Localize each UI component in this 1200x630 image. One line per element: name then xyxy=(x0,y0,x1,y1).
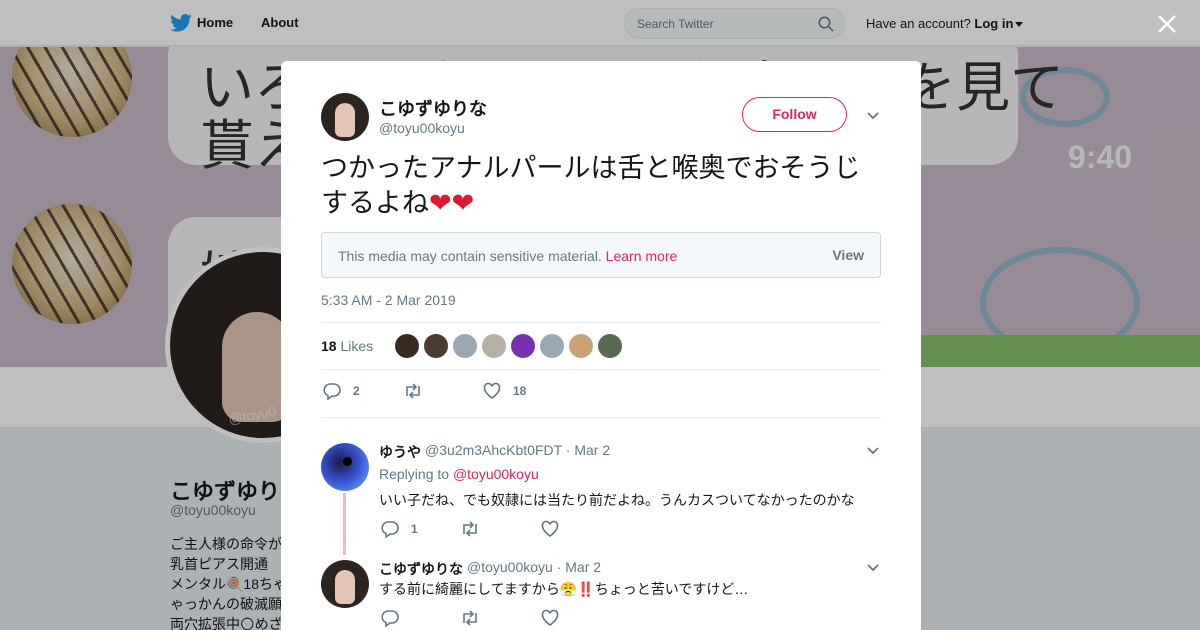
heart-emoji: ❤❤ xyxy=(429,188,475,219)
liker-avatar[interactable] xyxy=(453,334,477,358)
reply-text: いい子だね、でも奴隷には当たり前だよね。うんカスついてなかったのかな xyxy=(379,492,855,508)
like-action[interactable] xyxy=(541,520,571,538)
retweet-action[interactable] xyxy=(460,520,492,538)
retweet-icon[interactable] xyxy=(460,520,480,538)
learn-more-link[interactable]: Learn more xyxy=(606,248,678,264)
liker-avatar[interactable] xyxy=(540,334,564,358)
like-count: 18 xyxy=(513,384,527,398)
replying-to: Replying to @toyu00koyu xyxy=(379,466,539,482)
retweet-action[interactable] xyxy=(460,609,492,627)
liker-avatar[interactable] xyxy=(598,334,622,358)
reply-action[interactable]: 2 xyxy=(323,382,360,400)
reply-action[interactable] xyxy=(381,609,411,627)
tweet-body: つかったアナルパールは舌と喉奥でおそうじするよね xyxy=(321,153,861,219)
likes-count[interactable]: 18 Likes xyxy=(321,338,373,354)
heart-icon[interactable] xyxy=(483,382,501,400)
chevron-down-icon[interactable] xyxy=(866,446,880,456)
reply-author-handle[interactable]: @toyu00koyu · Mar 2 xyxy=(467,559,601,575)
divider xyxy=(321,369,881,370)
thread-line xyxy=(343,493,346,555)
reply-author-handle[interactable]: @3u2m3AhcKbt0FDT · Mar 2 xyxy=(425,442,610,458)
retweet-icon[interactable] xyxy=(460,609,480,627)
liker-avatar[interactable] xyxy=(424,334,448,358)
sensitive-message: This media may contain sensitive materia… xyxy=(338,248,678,264)
like-action[interactable] xyxy=(541,609,571,627)
follow-button[interactable]: Follow xyxy=(742,97,847,132)
reply-action[interactable]: 1 xyxy=(381,520,418,538)
reply-author-name[interactable]: ゆうや xyxy=(379,442,421,462)
reply-icon[interactable] xyxy=(323,382,341,400)
reply-count: 2 xyxy=(353,384,360,398)
tweet-timestamp[interactable]: 5:33 AM - 2 Mar 2019 xyxy=(321,292,456,308)
reply-avatar[interactable] xyxy=(321,443,369,491)
liker-avatar[interactable] xyxy=(569,334,593,358)
close-icon[interactable] xyxy=(1155,12,1179,36)
reply-date[interactable]: · Mar 2 xyxy=(566,442,610,458)
chevron-down-icon[interactable] xyxy=(866,563,880,573)
sensitive-media-notice: This media may contain sensitive materia… xyxy=(321,232,881,278)
view-media-button[interactable]: View xyxy=(832,247,864,263)
like-action[interactable]: 18 xyxy=(483,382,526,400)
author-handle[interactable]: @toyu00koyu xyxy=(379,120,465,136)
reply-author-name[interactable]: こゆずゆりな xyxy=(379,559,463,579)
divider xyxy=(321,322,881,323)
liker-avatar[interactable] xyxy=(511,334,535,358)
reply-icon[interactable] xyxy=(381,609,399,627)
liker-avatar[interactable] xyxy=(395,334,419,358)
reply-date[interactable]: · Mar 2 xyxy=(557,559,601,575)
tweet-modal: こゆずゆりな @toyu00koyu Follow つかったアナルパールは舌と喉… xyxy=(281,61,921,630)
reply-icon[interactable] xyxy=(381,520,399,538)
reply-count: 1 xyxy=(411,522,418,536)
reply-text: する前に綺麗にしてますから😤‼️ちょっと苦いですけど… xyxy=(379,581,749,597)
tweet-text: つかったアナルパールは舌と喉奥でおそうじするよね❤❤ xyxy=(321,151,881,221)
author-avatar[interactable] xyxy=(321,93,369,141)
liker-avatar[interactable] xyxy=(482,334,506,358)
author-name[interactable]: こゆずゆりな xyxy=(379,95,487,121)
reply-avatar[interactable] xyxy=(321,560,369,608)
retweet-icon[interactable] xyxy=(403,382,423,400)
chevron-down-icon[interactable] xyxy=(866,111,880,121)
heart-icon[interactable] xyxy=(541,520,559,538)
replying-to-link[interactable]: @toyu00koyu xyxy=(453,466,539,482)
divider xyxy=(321,417,881,418)
heart-icon[interactable] xyxy=(541,609,559,627)
retweet-action[interactable] xyxy=(403,382,435,400)
